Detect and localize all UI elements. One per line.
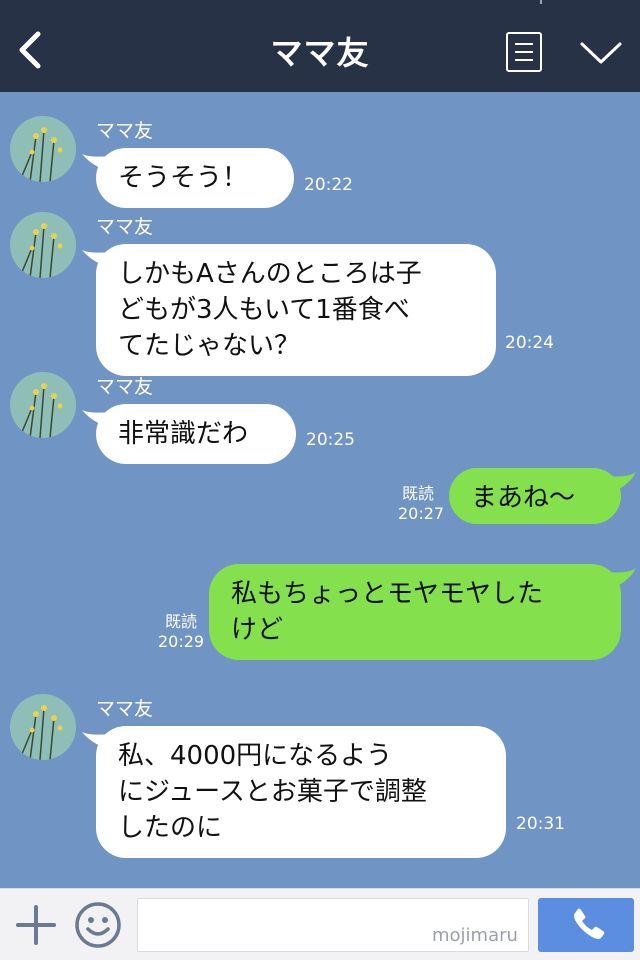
- read-receipt: 既読 20:27: [398, 484, 445, 524]
- avatar[interactable]: [10, 694, 76, 760]
- chat-title: ママ友: [270, 34, 370, 72]
- message-time: 20:27: [398, 504, 445, 523]
- sender-name: ママ友: [96, 216, 154, 238]
- status-indicator: [540, 0, 542, 4]
- read-label: 既読: [401, 484, 434, 503]
- avatar[interactable]: [10, 372, 76, 438]
- avatar[interactable]: [10, 212, 76, 278]
- menu-list-icon[interactable]: [506, 32, 542, 72]
- read-receipt: 既読 20:29: [158, 612, 204, 652]
- message-time: 20:29: [158, 632, 205, 651]
- bubble-tail: [606, 568, 636, 590]
- message-time: 20:24: [505, 333, 554, 353]
- chevron-down-icon[interactable]: [578, 36, 624, 68]
- message-bubble[interactable]: 私もちょっとモヤモヤした けど: [209, 564, 621, 660]
- plus-icon[interactable]: [14, 903, 58, 947]
- chat-header: ママ友: [0, 0, 640, 92]
- message-time: 20:31: [516, 814, 565, 834]
- read-label: 既読: [164, 612, 197, 631]
- message-bubble[interactable]: 非常識だわ: [96, 404, 296, 464]
- message-bubble[interactable]: まあね〜: [449, 468, 621, 524]
- message-bubble[interactable]: 私、4000円になるよう にジュースとお菓子で調整 したのに: [96, 726, 506, 858]
- message-time: 20:22: [304, 175, 353, 195]
- phone-icon: [574, 908, 605, 939]
- input-bar: mojimaru: [0, 888, 640, 960]
- sender-name: ママ友: [96, 376, 154, 398]
- smiley-icon[interactable]: [74, 901, 122, 949]
- message-list[interactable]: ママ友 そうそう！ 20:22 ママ友 しかもAさんのところは子 どもが3人もい…: [0, 92, 640, 888]
- sender-name: ママ友: [96, 698, 154, 720]
- avatar[interactable]: [10, 116, 76, 182]
- watermark-text: mojimaru: [432, 925, 518, 946]
- message-bubble[interactable]: そうそう！: [96, 148, 294, 208]
- bubble-tail: [606, 472, 636, 494]
- message-bubble[interactable]: しかもAさんのところは子 どもが3人もいて1番食べ てたじゃない？: [96, 244, 496, 376]
- message-time: 20:25: [306, 430, 355, 450]
- sender-name: ママ友: [96, 120, 154, 142]
- call-button[interactable]: [538, 898, 634, 952]
